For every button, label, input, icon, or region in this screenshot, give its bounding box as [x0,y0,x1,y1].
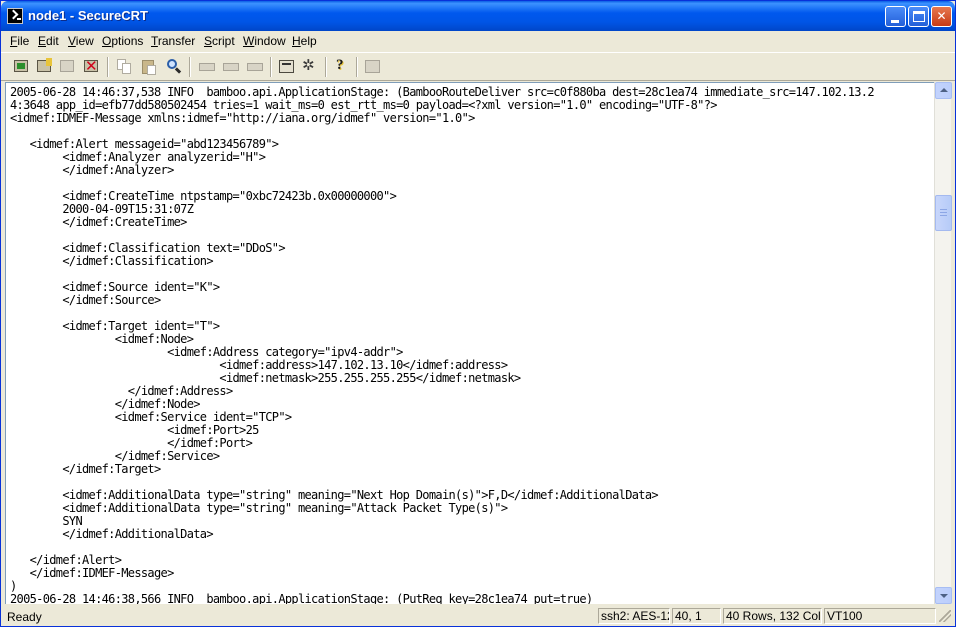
terminal-line: </idmef:CreateTime> [10,215,187,229]
menu-file[interactable]: File [10,34,29,48]
window-title: node1 - SecureCRT [28,8,148,23]
connect-icon[interactable] [12,57,32,77]
copy-icon[interactable] [115,57,135,77]
terminal-line: </idmef:Port> [10,436,253,450]
scroll-down-icon [940,594,948,598]
terminal-line: <idmef:Port>25 [10,423,259,437]
paste-icon[interactable] [139,57,159,77]
terminal-line: <idmef:AdditionalData type="string" mean… [10,488,658,502]
menu-view[interactable]: View [68,34,94,48]
status-cursor-position: 40, 1 [672,608,721,624]
terminal-app-icon[interactable] [7,8,23,24]
terminal-line: <idmef:CreateTime ntpstamp="0xbc72423b.0… [10,189,397,203]
securecrt-window: node1 - SecureCRT ✕ File Edit View Optio… [0,0,956,627]
terminal-line: SYN [10,514,82,528]
menu-transfer[interactable]: Transfer [151,34,195,48]
terminal-line: <idmef:Source ident="K"> [10,280,220,294]
vertical-scrollbar[interactable] [934,82,952,604]
terminal-line: </idmef:Alert> [10,553,122,567]
session-options-icon[interactable] [277,57,297,77]
scroll-down-button[interactable] [935,587,952,604]
terminal-line: <idmef:Analyzer analyzerid="H"> [10,150,266,164]
menu-window[interactable]: Window [243,34,286,48]
terminal-line: </idmef:Classification> [10,254,213,268]
global-options-icon[interactable]: ✲ [301,56,321,77]
toolbar: ✕ ✲ ? [1,52,955,81]
terminal-line: <idmef:Node> [10,332,194,346]
print-selection-icon[interactable] [221,57,241,77]
status-bar: Ready ssh2: AES-128 40, 1 40 Rows, 132 C… [1,606,955,626]
disconnect-icon[interactable]: ✕ [82,57,102,77]
resize-grip[interactable] [939,610,951,622]
terminal-line: 2000-04-09T15:31:07Z [10,202,194,216]
terminal-line: </idmef:Analyzer> [10,163,174,177]
scroll-thumb[interactable] [935,195,952,231]
help-icon[interactable]: ? [332,57,352,77]
title-bar[interactable]: node1 - SecureCRT ✕ [1,1,955,31]
terminal-output[interactable]: 2005-06-28 14:46:37,538 INFO bamboo.api.… [5,82,934,604]
keymap-icon[interactable] [363,57,383,77]
terminal-line: </idmef:Address> [10,384,233,398]
printer-setup-icon[interactable] [245,57,265,77]
terminal-line: <idmef:Classification text="DDoS"> [10,241,285,255]
terminal-line: <idmef:Address category="ipv4-addr"> [10,345,403,359]
minimize-icon [891,20,899,23]
terminal-line: </idmef:Node> [10,397,201,411]
terminal-line: 2005-06-28 14:46:37,538 INFO bamboo.api.… [10,85,875,99]
scroll-up-button[interactable] [935,82,952,99]
terminal-line: 4:3648 app_id=efb77dd580502454 tries=1 w… [10,98,718,112]
menu-help[interactable]: Help [292,34,317,48]
toolbar-separator [356,57,358,77]
terminal-line: <idmef:Service ident="TCP"> [10,410,292,424]
terminal-line: <idmef:AdditionalData type="string" mean… [10,501,508,515]
maximize-icon [913,11,925,22]
status-ready: Ready [7,610,42,624]
toolbar-separator [107,57,109,77]
terminal-line: ) [10,579,17,593]
close-button[interactable]: ✕ [931,6,952,27]
terminal-line: <idmef:netmask>255.255.255.255</idmef:ne… [10,371,521,385]
status-emulation: VT100 [824,608,936,624]
menu-edit[interactable]: Edit [38,34,59,48]
toolbar-separator [325,57,327,77]
menu-options[interactable]: Options [102,34,143,48]
maximize-button[interactable] [908,6,929,27]
terminal-line: </idmef:Source> [10,293,161,307]
terminal-line: <idmef:Alert messageid="abd123456789"> [10,137,279,151]
terminal-line: </idmef:IDMEF-Message> [10,566,175,580]
scroll-up-icon [940,88,948,92]
menu-script[interactable]: Script [204,34,235,48]
terminal-line: </idmef:AdditionalData> [10,527,213,541]
minimize-button[interactable] [885,6,906,27]
terminal-line: <idmef:IDMEF-Message xmlns:idmef="http:/… [10,111,475,125]
quick-connect-icon[interactable] [35,57,55,77]
find-icon[interactable] [164,57,184,77]
terminal-line: </idmef:Target> [10,462,161,476]
terminal-line: 2005-06-28 14:46:38,566 INFO bamboo.api.… [10,592,593,604]
terminal-line: <idmef:Target ident="T"> [10,319,220,333]
print-icon[interactable] [197,57,217,77]
terminal-line: <idmef:address>147.102.13.10</idmef:addr… [10,358,508,372]
close-icon: ✕ [936,9,947,23]
toolbar-separator [189,57,191,77]
connect-in-tab-icon[interactable] [58,57,78,77]
status-cipher: ssh2: AES-128 [598,608,670,624]
status-terminal-size: 40 Rows, 132 Cols [723,608,822,624]
toolbar-separator [270,57,272,77]
terminal-line: </idmef:Service> [10,449,220,463]
menu-bar: File Edit View Options Transfer Script W… [1,31,955,51]
